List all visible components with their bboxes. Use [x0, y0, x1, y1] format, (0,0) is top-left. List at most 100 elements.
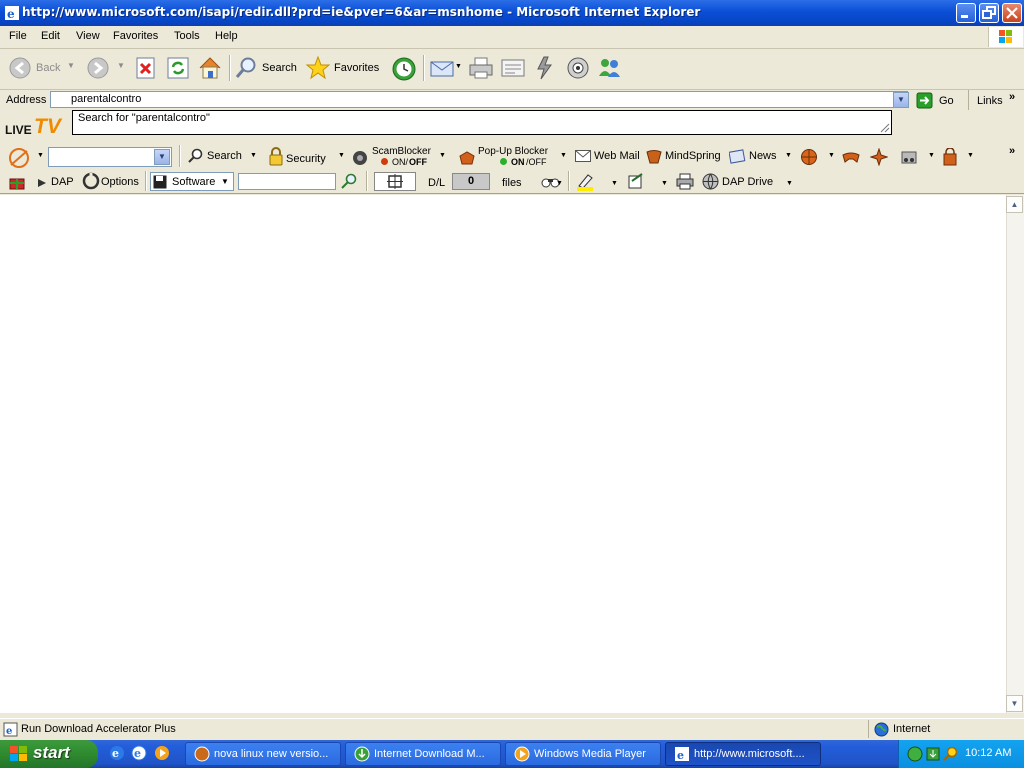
popup-blocker-button[interactable]: Pop-Up Blocker ON /OFF — [458, 146, 554, 168]
music-dropdown-icon[interactable]: ▼ — [928, 152, 935, 159]
sports-ball-icon[interactable] — [800, 148, 818, 166]
scamblocker-dropdown-icon[interactable]: ▼ — [439, 152, 446, 159]
autocomplete-suggestion[interactable]: Search for "parentalcontro" — [78, 112, 210, 124]
ie-quicklaunch-icon[interactable]: e — [109, 745, 125, 761]
search-button[interactable]: Search — [234, 56, 298, 80]
print-icon[interactable] — [468, 55, 494, 81]
messenger-lightning-icon[interactable] — [532, 55, 556, 81]
media-player-quicklaunch-icon[interactable] — [154, 745, 170, 761]
ie-alt-quicklaunch-icon[interactable]: e — [131, 745, 147, 761]
dap-button[interactable]: DAP — [36, 174, 78, 191]
scamblocker-button[interactable]: ScamBlocker ON/ OFF — [352, 146, 436, 168]
minimize-button[interactable] — [956, 3, 976, 23]
earthlink-chevron-icon[interactable]: » — [1009, 145, 1015, 157]
edit-icon[interactable] — [501, 57, 527, 79]
search-icon[interactable] — [340, 173, 358, 190]
search-tray-icon[interactable] — [943, 746, 959, 762]
popup-blocker-icon — [459, 151, 475, 165]
taskbar-button-nova-linux[interactable]: nova linux new versio... — [185, 742, 341, 766]
toolbar-separator — [568, 171, 570, 191]
search-icon — [188, 148, 203, 163]
browser-app-icon — [194, 746, 210, 762]
taskbar-button-ie-active[interactable]: e http://www.microsoft.... — [665, 742, 821, 766]
lock-icon — [269, 147, 283, 166]
earthlink-menu-dropdown-icon[interactable]: ▼ — [37, 152, 44, 159]
earthlink-toolbar: ▼ ▼ Search ▼ Security ▼ ScamBlocker ON/ … — [0, 144, 1024, 170]
dap-search-input[interactable] — [238, 173, 336, 190]
shopping-dropdown-icon[interactable]: ▼ — [967, 152, 974, 159]
clipboard-dropdown-icon[interactable]: ▼ — [661, 180, 668, 187]
dap-monitor-button[interactable] — [374, 172, 416, 191]
highlighter-icon[interactable] — [576, 173, 596, 191]
security-button[interactable]: Security — [268, 147, 334, 167]
close-button[interactable] — [1002, 3, 1022, 23]
taskbar-button-label: nova linux new versio... — [214, 748, 329, 760]
stop-icon[interactable] — [136, 57, 156, 79]
history-icon[interactable] — [391, 56, 417, 82]
start-button[interactable]: start — [0, 740, 98, 768]
toolbar-separator — [366, 171, 368, 191]
taskbar-button-media-player[interactable]: Windows Media Player — [505, 742, 661, 766]
refresh-icon[interactable] — [167, 57, 189, 79]
earthlink-logo-icon[interactable] — [7, 147, 31, 169]
printer-small-icon[interactable] — [676, 173, 694, 190]
forward-arrow-icon[interactable] — [87, 57, 109, 79]
menu-view[interactable]: View — [76, 30, 100, 42]
menu-edit[interactable]: Edit — [41, 30, 60, 42]
mail-dropdown-icon[interactable]: ▼ — [455, 63, 462, 70]
links-button[interactable]: Links — [977, 95, 1003, 107]
restore-button[interactable] — [979, 3, 999, 23]
webmail-button[interactable]: Web Mail — [575, 148, 641, 166]
search-label: Search — [262, 62, 297, 74]
earthlink-search-dropdown[interactable]: ▼ — [154, 149, 170, 165]
home-icon[interactable] — [197, 55, 223, 81]
menu-tools[interactable]: Tools — [174, 30, 200, 42]
security-dropdown-icon[interactable]: ▼ — [338, 152, 345, 159]
category-select[interactable]: Software ▼ — [150, 172, 234, 191]
scroll-down-button[interactable]: ▼ — [1006, 695, 1023, 712]
mail-icon[interactable] — [430, 57, 456, 79]
dap-label: DAP — [51, 176, 74, 188]
news-dropdown-icon[interactable]: ▼ — [785, 152, 792, 159]
favorites-button[interactable]: Favorites — [305, 55, 383, 81]
popup-blocker-dropdown-icon[interactable]: ▼ — [560, 152, 567, 159]
gamepad-icon[interactable] — [841, 149, 861, 165]
links-chevron-icon[interactable]: » — [1009, 91, 1015, 103]
music-icon[interactable] — [900, 148, 918, 166]
media-icon[interactable] — [566, 56, 590, 80]
download-tray-icon[interactable] — [925, 746, 941, 762]
msn-messenger-icon[interactable] — [597, 56, 623, 80]
binoculars-dropdown-icon[interactable]: ▼ — [556, 180, 563, 187]
address-dropdown-button[interactable]: ▼ — [893, 92, 909, 108]
system-tray: 10:12 AM — [898, 740, 1024, 768]
menu-file[interactable]: File — [9, 30, 27, 42]
network-globe-tray-icon[interactable] — [907, 746, 923, 762]
go-button[interactable]: Go — [916, 91, 960, 110]
dap-drive-button[interactable]: DAP Drive — [702, 173, 782, 190]
mindspring-button[interactable]: MindSpring — [646, 148, 722, 166]
search-dropdown-icon[interactable]: ▼ — [250, 152, 257, 159]
dap-drive-dropdown-icon[interactable]: ▼ — [786, 180, 793, 187]
gift-icon[interactable] — [8, 174, 26, 190]
highlighter-dropdown-icon[interactable]: ▼ — [611, 180, 618, 187]
forward-dropdown-icon[interactable]: ▼ — [117, 61, 125, 70]
options-button[interactable]: Options — [82, 172, 142, 190]
menu-help[interactable]: Help — [215, 30, 238, 42]
resize-grip-icon[interactable] — [878, 121, 890, 133]
clipboard-pen-icon[interactable] — [626, 173, 646, 190]
back-dropdown-icon[interactable]: ▼ — [67, 61, 75, 70]
sports-dropdown-icon[interactable]: ▼ — [828, 152, 835, 159]
taskbar-button-internet-download[interactable]: Internet Download M... — [345, 742, 501, 766]
back-button[interactable]: Back — [7, 57, 63, 81]
page-content[interactable] — [0, 195, 1006, 713]
news-button[interactable]: News — [729, 148, 781, 166]
dl-count: 0 — [452, 173, 490, 190]
livetv-logo[interactable]: LIVE TV — [4, 115, 66, 138]
vertical-scrollbar[interactable] — [1006, 195, 1024, 713]
menu-favorites[interactable]: Favorites — [113, 30, 158, 42]
airplane-icon[interactable] — [870, 148, 888, 166]
address-input[interactable]: parentalcontro — [50, 91, 908, 108]
earthlink-search-button[interactable]: Search — [188, 148, 246, 166]
shopping-bag-icon[interactable] — [942, 148, 958, 166]
scroll-up-button[interactable]: ▲ — [1006, 196, 1023, 213]
